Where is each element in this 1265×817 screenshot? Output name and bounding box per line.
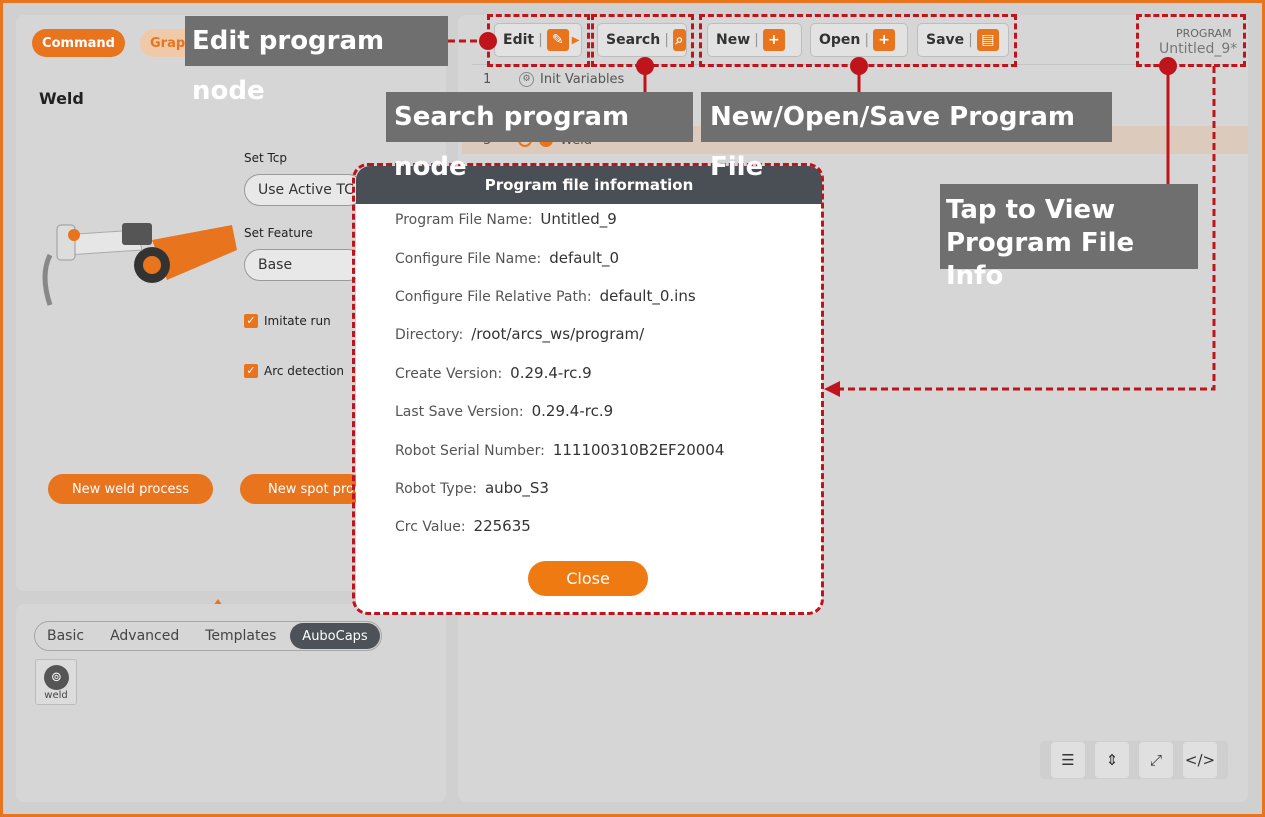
file-ops-marker bbox=[850, 57, 868, 75]
search-marker bbox=[636, 57, 654, 75]
program-name-marker bbox=[1159, 57, 1177, 75]
callout-file-ops: New/Open/Save Program File bbox=[701, 92, 1112, 182]
callout-view-info-line2: Program File Info bbox=[946, 228, 1135, 291]
callout-search-node: Search program node bbox=[386, 92, 693, 182]
callout-view-info-line1: Tap to View bbox=[946, 195, 1116, 225]
callout-edit-node: Edit program node bbox=[185, 16, 448, 106]
edit-marker bbox=[479, 32, 497, 50]
callout-view-info: Tap to View Program File Info bbox=[940, 184, 1198, 291]
